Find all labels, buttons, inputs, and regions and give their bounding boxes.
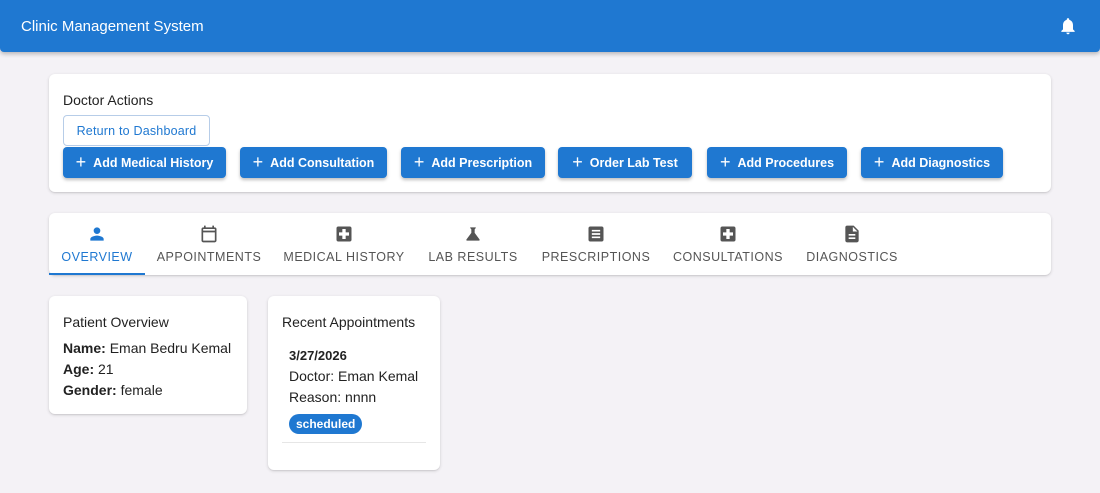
doctor-actions-card: Doctor Actions Return to Dashboard + Add… xyxy=(49,74,1051,192)
doctor-actions-title: Doctor Actions xyxy=(63,92,154,108)
button-label: Add Prescription xyxy=(431,155,533,170)
plus-icon: + xyxy=(873,151,885,172)
document-icon xyxy=(842,224,862,244)
age-value: 21 xyxy=(98,361,114,377)
patient-overview-title: Patient Overview xyxy=(63,314,169,330)
add-prescription-button[interactable]: + Add Prescription xyxy=(401,147,545,178)
tab-label: OVERVIEW xyxy=(61,250,133,264)
medical-cross-icon xyxy=(718,224,738,244)
status-badge: scheduled xyxy=(289,414,363,434)
tab-label: LAB RESULTS xyxy=(428,250,518,264)
tab-label: CONSULTATIONS xyxy=(673,250,783,264)
order-lab-test-button[interactable]: + Order Lab Test xyxy=(558,147,692,178)
divider xyxy=(282,442,426,443)
tab-overview[interactable]: OVERVIEW xyxy=(49,213,145,275)
list-icon xyxy=(586,224,606,244)
appointment-reason: Reason: nnnn xyxy=(289,389,377,405)
tab-label: APPOINTMENTS xyxy=(156,250,262,264)
add-procedures-button[interactable]: + Add Procedures xyxy=(707,147,847,178)
appointment-date: 3/27/2026 xyxy=(289,348,347,363)
patient-age: Age: 21 xyxy=(63,361,114,377)
patient-tabs: OVERVIEW APPOINTMENTS MEDICAL HISTORY LA… xyxy=(49,213,1051,275)
age-label: Age: xyxy=(63,361,95,377)
button-label: Add Consultation xyxy=(270,155,375,170)
active-tab-indicator xyxy=(49,273,145,275)
plus-icon: + xyxy=(252,151,264,172)
tab-appointments[interactable]: APPOINTMENTS xyxy=(153,213,265,275)
tab-label: DIAGNOSTICS xyxy=(806,250,898,264)
tab-medical-history[interactable]: MEDICAL HISTORY xyxy=(281,213,407,275)
patient-overview-card: Patient Overview Name: Eman Bedru Kemal … xyxy=(49,296,247,414)
name-label: Name: xyxy=(63,340,106,356)
plus-icon: + xyxy=(75,151,87,172)
gender-label: Gender: xyxy=(63,382,117,398)
tab-prescriptions[interactable]: PRESCRIPTIONS xyxy=(537,213,655,275)
recent-appointments-title: Recent Appointments xyxy=(282,314,416,330)
button-label: Order Lab Test xyxy=(589,155,678,170)
tab-diagnostics[interactable]: DIAGNOSTICS xyxy=(801,213,903,275)
flask-icon xyxy=(463,224,483,244)
patient-name: Name: Eman Bedru Kemal xyxy=(63,340,231,356)
app-title: Clinic Management System xyxy=(21,17,204,35)
add-consultation-button[interactable]: + Add Consultation xyxy=(240,147,387,178)
recent-appointments-card: Recent Appointments 3/27/2026 Doctor: Em… xyxy=(268,296,440,470)
add-diagnostics-button[interactable]: + Add Diagnostics xyxy=(861,147,1003,178)
plus-icon: + xyxy=(413,151,425,172)
tab-lab-results[interactable]: LAB RESULTS xyxy=(423,213,523,275)
button-label: Add Medical History xyxy=(93,155,214,170)
button-label: Add Procedures xyxy=(737,155,835,170)
appointment-doctor: Doctor: Eman Kemal xyxy=(289,368,419,384)
person-icon xyxy=(87,224,107,244)
tab-label: MEDICAL HISTORY xyxy=(283,250,405,264)
patient-gender: Gender: female xyxy=(63,382,163,398)
name-value: Eman Bedru Kemal xyxy=(109,340,232,356)
bell-icon[interactable] xyxy=(1056,14,1080,38)
return-to-dashboard-button[interactable]: Return to Dashboard xyxy=(63,115,210,146)
button-label: Add Diagnostics xyxy=(891,155,991,170)
add-medical-history-button[interactable]: + Add Medical History xyxy=(63,147,226,178)
tab-consultations[interactable]: CONSULTATIONS xyxy=(669,213,787,275)
plus-icon: + xyxy=(572,151,583,172)
gender-value: female xyxy=(120,382,163,398)
tab-label: PRESCRIPTIONS xyxy=(541,250,651,264)
app-bar: Clinic Management System xyxy=(0,0,1100,52)
plus-icon: + xyxy=(719,151,731,172)
medical-cross-icon xyxy=(334,224,354,244)
calendar-icon xyxy=(199,224,219,244)
